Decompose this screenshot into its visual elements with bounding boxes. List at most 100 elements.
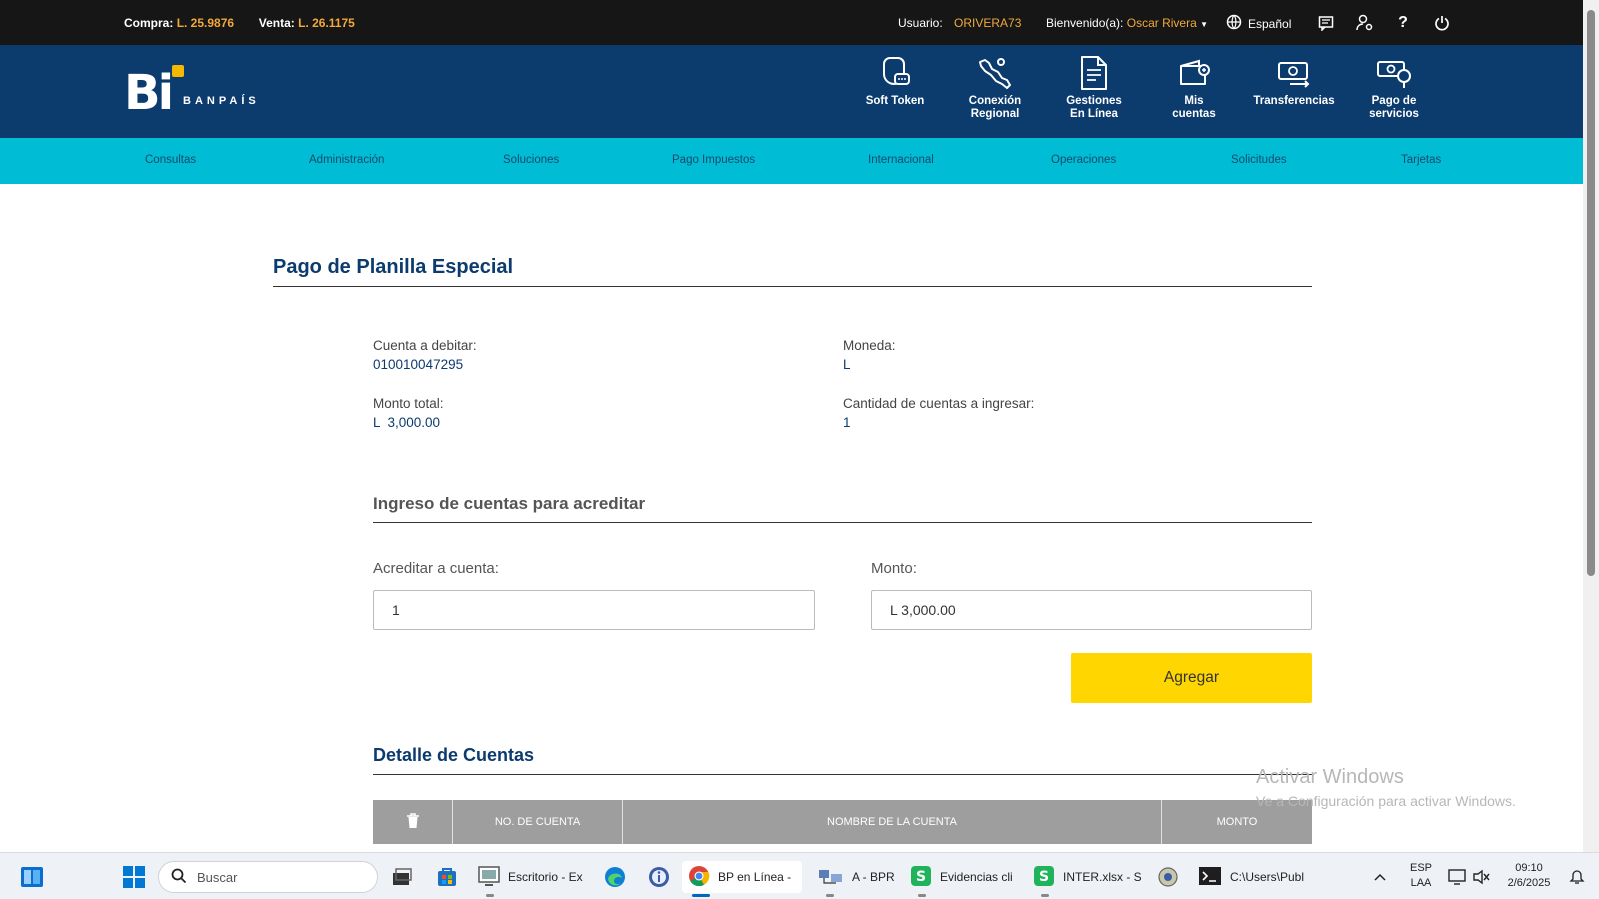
monto-input[interactable]: L 3,000.00 [871,590,1312,630]
nav-solicitudes[interactable]: Solicitudes [1231,154,1287,166]
page-scrollbar[interactable] [1583,0,1599,852]
taskbar-app-terminal[interactable]: C:\Users\Publ [1192,861,1310,893]
acreditar-cuenta-input[interactable]: 1 [373,590,815,630]
info-app-icon[interactable] [645,863,673,891]
nav-tarjetas[interactable]: Tarjetas [1401,154,1441,166]
money-transfer-icon [1276,55,1312,91]
edge-browser-icon[interactable] [601,863,629,891]
main-nav: Consultas Administración Soluciones Pago… [0,138,1583,184]
trash-icon [406,812,420,832]
settings-app-icon[interactable] [1154,863,1182,891]
map-region-icon [977,55,1013,91]
ingreso-section-title: Ingreso de cuentas para acreditar [373,494,646,513]
caret-down-icon: ▼ [1200,20,1209,29]
delete-all-button[interactable] [373,800,453,844]
globe-icon [1226,14,1242,33]
volume-muted-icon[interactable] [1467,863,1495,891]
transferencias-shortcut[interactable]: Transferencias [1246,55,1342,108]
power-icon[interactable] [1432,13,1452,33]
taskbar-app-bp-en-linea[interactable]: BP en Línea - [682,861,802,897]
welcome-dropdown[interactable]: Bienvenido(a): Oscar Rivera ▼ [1046,16,1208,30]
gestiones-en-linea-shortcut[interactable]: Gestiones En Línea [1046,55,1142,121]
venta-label: Venta: [258,16,295,30]
terminal-icon [1198,866,1222,889]
venta-value: L. 26.1175 [298,16,355,30]
svg-text:S: S [916,869,926,885]
usuario-value: ORIVERA73 [954,16,1022,30]
usuario-label: Usuario: [898,16,943,30]
nav-consultas[interactable]: Consultas [145,154,196,166]
chrome-icon [688,865,710,890]
bienvenido-value: Oscar Rivera [1126,16,1197,30]
user-info: Usuario: ORIVERA73 [898,16,1021,30]
notifications-icon[interactable] [1563,863,1591,891]
nav-administracion[interactable]: Administración [309,154,384,166]
page-title: Pago de Planilla Especial [273,256,514,278]
header: Bi BANPAÍS Soft Token Conexión Regional … [0,45,1583,138]
exchange-rates: Compra: L. 25.9876 Venta: L. 26.1175 [124,16,355,30]
remote-desktop-icon [478,865,500,889]
monto-total-value: L 3,000.00 [373,415,441,430]
taskbar-search[interactable]: Buscar [158,861,378,893]
top-bar: Compra: L. 25.9876 Venta: L. 26.1175 Usu… [0,0,1583,45]
cuenta-debitar-value: 010010047295 [373,357,464,372]
cuenta-debitar-label: Cuenta a debitar: [373,338,477,353]
wallet-icon [1177,55,1211,91]
windows-taskbar: Buscar Escritorio - Ex BP en Línea - A -… [0,852,1599,899]
taskbar-app-evidencias[interactable]: S Evidencias cli [904,861,1019,897]
agregar-button[interactable]: Agregar [1071,653,1312,703]
cantidad-cuentas-value: 1 [843,415,851,430]
browser-page: Compra: L. 25.9876 Venta: L. 26.1175 Usu… [0,0,1599,899]
task-view-icon[interactable] [388,863,416,891]
widgets-icon[interactable] [18,863,46,891]
soft-token-icon [878,55,912,91]
ingreso-divider [373,522,1312,523]
nav-internacional[interactable]: Internacional [868,154,934,166]
acreditar-label: Acreditar a cuenta: [373,560,499,577]
user-settings-icon[interactable] [1355,13,1375,33]
help-icon[interactable]: ? [1393,13,1413,33]
store-icon[interactable] [433,863,461,891]
conexion-regional-shortcut[interactable]: Conexión Regional [947,55,1043,121]
nav-soluciones[interactable]: Soluciones [503,154,559,166]
monto-total-label: Monto total: [373,396,444,411]
cantidad-cuentas-label: Cantidad de cuentas a ingresar: [843,396,1035,411]
taskbar-app-a-bpr[interactable]: A - BPR [812,861,901,897]
pago-de-servicios-shortcut[interactable]: Pago de servicios [1346,55,1442,121]
moneda-value: L [843,357,851,372]
document-edit-icon [1078,55,1110,91]
language-selector[interactable]: Español [1226,14,1291,33]
search-placeholder: Buscar [197,869,238,885]
clock[interactable]: 09:10 2/6/2025 [1498,861,1560,891]
messages-icon[interactable] [1316,13,1336,33]
nav-pago-impuestos[interactable]: Pago Impuestos [672,154,755,166]
accounts-table-header: NO. DE CUENTA NOMBRE DE LA CUENTA MONTO [373,800,1312,844]
mis-cuentas-shortcut[interactable]: Mis cuentas [1146,55,1242,121]
scrollbar-thumb[interactable] [1587,10,1595,576]
bill-payment-icon [1376,55,1412,91]
language-label: Español [1248,16,1292,31]
moneda-label: Moneda: [843,338,896,353]
detalle-section-title: Detalle de Cuentas [373,745,535,765]
banpais-logo[interactable]: Bi BANPAÍS [124,65,260,117]
tray-chevron-up-icon[interactable] [1366,863,1394,891]
col-nombre-cuenta: NOMBRE DE LA CUENTA [623,800,1162,844]
detalle-divider [373,774,1312,775]
spreadsheet-icon: S [1033,865,1055,890]
input-language[interactable]: ESP LAA [1404,861,1438,891]
nav-operaciones[interactable]: Operaciones [1051,154,1116,166]
network-app-icon [818,867,844,888]
compra-value: L. 25.9876 [176,16,235,30]
windows-start-icon[interactable] [120,863,148,891]
spreadsheet-icon: S [910,865,932,890]
monto-label: Monto: [871,560,917,577]
svg-text:S: S [1039,869,1049,885]
compra-label: Compra: [124,16,174,30]
title-divider [273,286,1312,287]
col-no-cuenta: NO. DE CUENTA [453,800,623,844]
bienvenido-label: Bienvenido(a): [1046,16,1124,30]
search-icon [171,868,187,887]
taskbar-app-escritorio[interactable]: Escritorio - Ex [472,861,589,897]
soft-token-shortcut[interactable]: Soft Token [847,55,943,108]
taskbar-app-inter-xlsx[interactable]: S INTER.xlsx - S [1027,861,1148,897]
